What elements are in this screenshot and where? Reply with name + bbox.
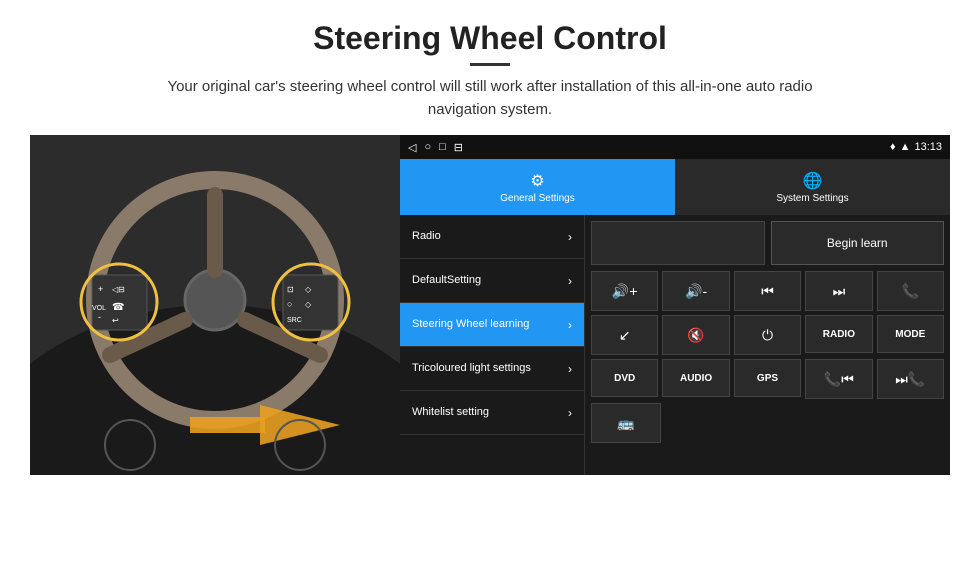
button-row-4: 🚌 [591,403,944,443]
mode-label: MODE [895,329,925,340]
begin-learn-button[interactable]: Begin learn [771,221,945,265]
button-row-1: 🔊+ 🔊- ⏮ ⏭ 📞 [591,271,944,311]
svg-text:◇: ◇ [305,285,312,294]
prev-track-button[interactable]: ⏮ [734,271,801,311]
tab-general-settings[interactable]: ⚙ General Settings [400,159,675,215]
menu-default-label: DefaultSetting [412,273,481,287]
audio-label: AUDIO [680,373,712,384]
system-settings-icon: 🌐 [803,171,823,191]
svg-text:◁⊟: ◁⊟ [112,285,125,294]
dvd-label: DVD [614,373,635,384]
volume-up-icon: 🔊+ [612,283,638,300]
radio-label: RADIO [823,329,855,340]
tab-system-settings[interactable]: 🌐 System Settings [675,159,950,215]
steering-wheel-image: + VOL - ◁⊟ ☎ ↩ ⊡ ◇ ○ ◇ SRC [30,135,400,475]
menu-item-tricoloured[interactable]: Tricoloured light settings › [400,347,584,391]
menu-steering-label: Steering Wheel learning [412,317,529,331]
wifi-icon: ▲ [900,141,911,153]
begin-learn-label: Begin learn [827,236,888,250]
title-section: Steering Wheel Control Your original car… [30,20,950,121]
volume-up-button[interactable]: 🔊+ [591,271,658,311]
phone-button[interactable]: 📞 [877,271,944,311]
top-row: Begin learn [591,221,944,265]
svg-text:SRC: SRC [287,317,302,324]
menu-item-default-setting[interactable]: DefaultSetting › [400,259,584,303]
svg-text:○: ○ [287,299,292,309]
menu-tricoloured-chevron: › [568,362,572,376]
menu-default-chevron: › [568,274,572,288]
gps-icon: ♦ [890,141,896,153]
menu-radio-chevron: › [568,230,572,244]
dvd-button[interactable]: DVD [591,359,658,397]
gps-button[interactable]: GPS [734,359,801,397]
svg-text:◇: ◇ [305,300,312,309]
next-track-button[interactable]: ⏭ [805,271,872,311]
radio-button[interactable]: RADIO [805,315,872,353]
content-area: + VOL - ◁⊟ ☎ ↩ ⊡ ◇ ○ ◇ SRC [30,135,950,475]
bus-icon: 🚌 [617,415,634,432]
menu-item-radio[interactable]: Radio › [400,215,584,259]
svg-text:VOL: VOL [92,305,106,312]
menu-steering-chevron: › [568,318,572,332]
android-panel: ◁ ○ □ ⊟ ♦ ▲ 13:13 ⚙ General Settings [400,135,950,475]
audio-button[interactable]: AUDIO [662,359,729,397]
button-row-2: ↙ 🔇 ⏻ RADIO MODE [591,315,944,355]
prev-track-icon: ⏮ [761,283,774,300]
page-title: Steering Wheel Control [30,20,950,57]
page-container: Steering Wheel Control Your original car… [0,0,980,485]
volume-down-button[interactable]: 🔊- [662,271,729,311]
mode-button[interactable]: MODE [877,315,944,353]
menu-whitelist-chevron: › [568,406,572,420]
svg-text:-: - [98,312,101,322]
status-right: ♦ ▲ 13:13 [890,141,942,153]
menu-item-whitelist[interactable]: Whitelist setting › [400,391,584,435]
mute-icon: 🔇 [687,327,704,344]
svg-text:⊡: ⊡ [287,285,294,294]
svg-text:↩: ↩ [112,316,119,325]
bus-button[interactable]: 🚌 [591,403,661,443]
phone-next-icon: ⏭📞 [895,371,925,388]
power-icon: ⏻ [762,327,773,344]
menu-tricoloured-label: Tricoloured light settings [412,361,531,375]
hangup-icon: ↙ [619,327,631,344]
empty-assignment-box [591,221,765,265]
button-row-3: DVD AUDIO GPS 📞⏮ ⏭📞 [591,359,944,399]
menu-item-steering-wheel[interactable]: Steering Wheel learning › [400,303,584,347]
status-bar: ◁ ○ □ ⊟ ♦ ▲ 13:13 [400,135,950,159]
tab-general-label: General Settings [500,193,575,204]
status-time: 13:13 [914,141,942,153]
phone-icon: 📞 [902,283,919,300]
svg-text:☎: ☎ [112,302,124,313]
subtitle-text: Your original car's steering wheel contr… [140,76,840,121]
recent-icon[interactable]: □ [439,141,446,153]
phone-prev-icon: 📞⏮ [824,371,854,388]
phone-next-button[interactable]: ⏭📞 [877,359,944,399]
menu-icon[interactable]: ⊟ [454,141,463,154]
next-track-icon: ⏭ [833,283,846,300]
power-button[interactable]: ⏻ [734,315,801,355]
main-content: Radio › DefaultSetting › Steering Wheel … [400,215,950,475]
status-left: ◁ ○ □ ⊟ [408,141,463,154]
right-panel: Begin learn 🔊+ 🔊- ⏮ [585,215,950,475]
tab-system-label: System Settings [776,193,848,204]
phone-prev-button[interactable]: 📞⏮ [805,359,872,399]
hangup-button[interactable]: ↙ [591,315,658,355]
menu-radio-label: Radio [412,229,441,243]
general-settings-icon: ⚙ [530,171,544,191]
mute-button[interactable]: 🔇 [662,315,729,355]
svg-text:+: + [98,284,103,294]
menu-whitelist-label: Whitelist setting [412,405,489,419]
back-icon[interactable]: ◁ [408,141,416,154]
tab-bar: ⚙ General Settings 🌐 System Settings [400,159,950,215]
left-menu: Radio › DefaultSetting › Steering Wheel … [400,215,585,475]
home-icon[interactable]: ○ [424,141,431,153]
title-divider [470,63,510,66]
gps-label: GPS [757,373,778,384]
volume-down-icon: 🔊- [685,283,707,300]
